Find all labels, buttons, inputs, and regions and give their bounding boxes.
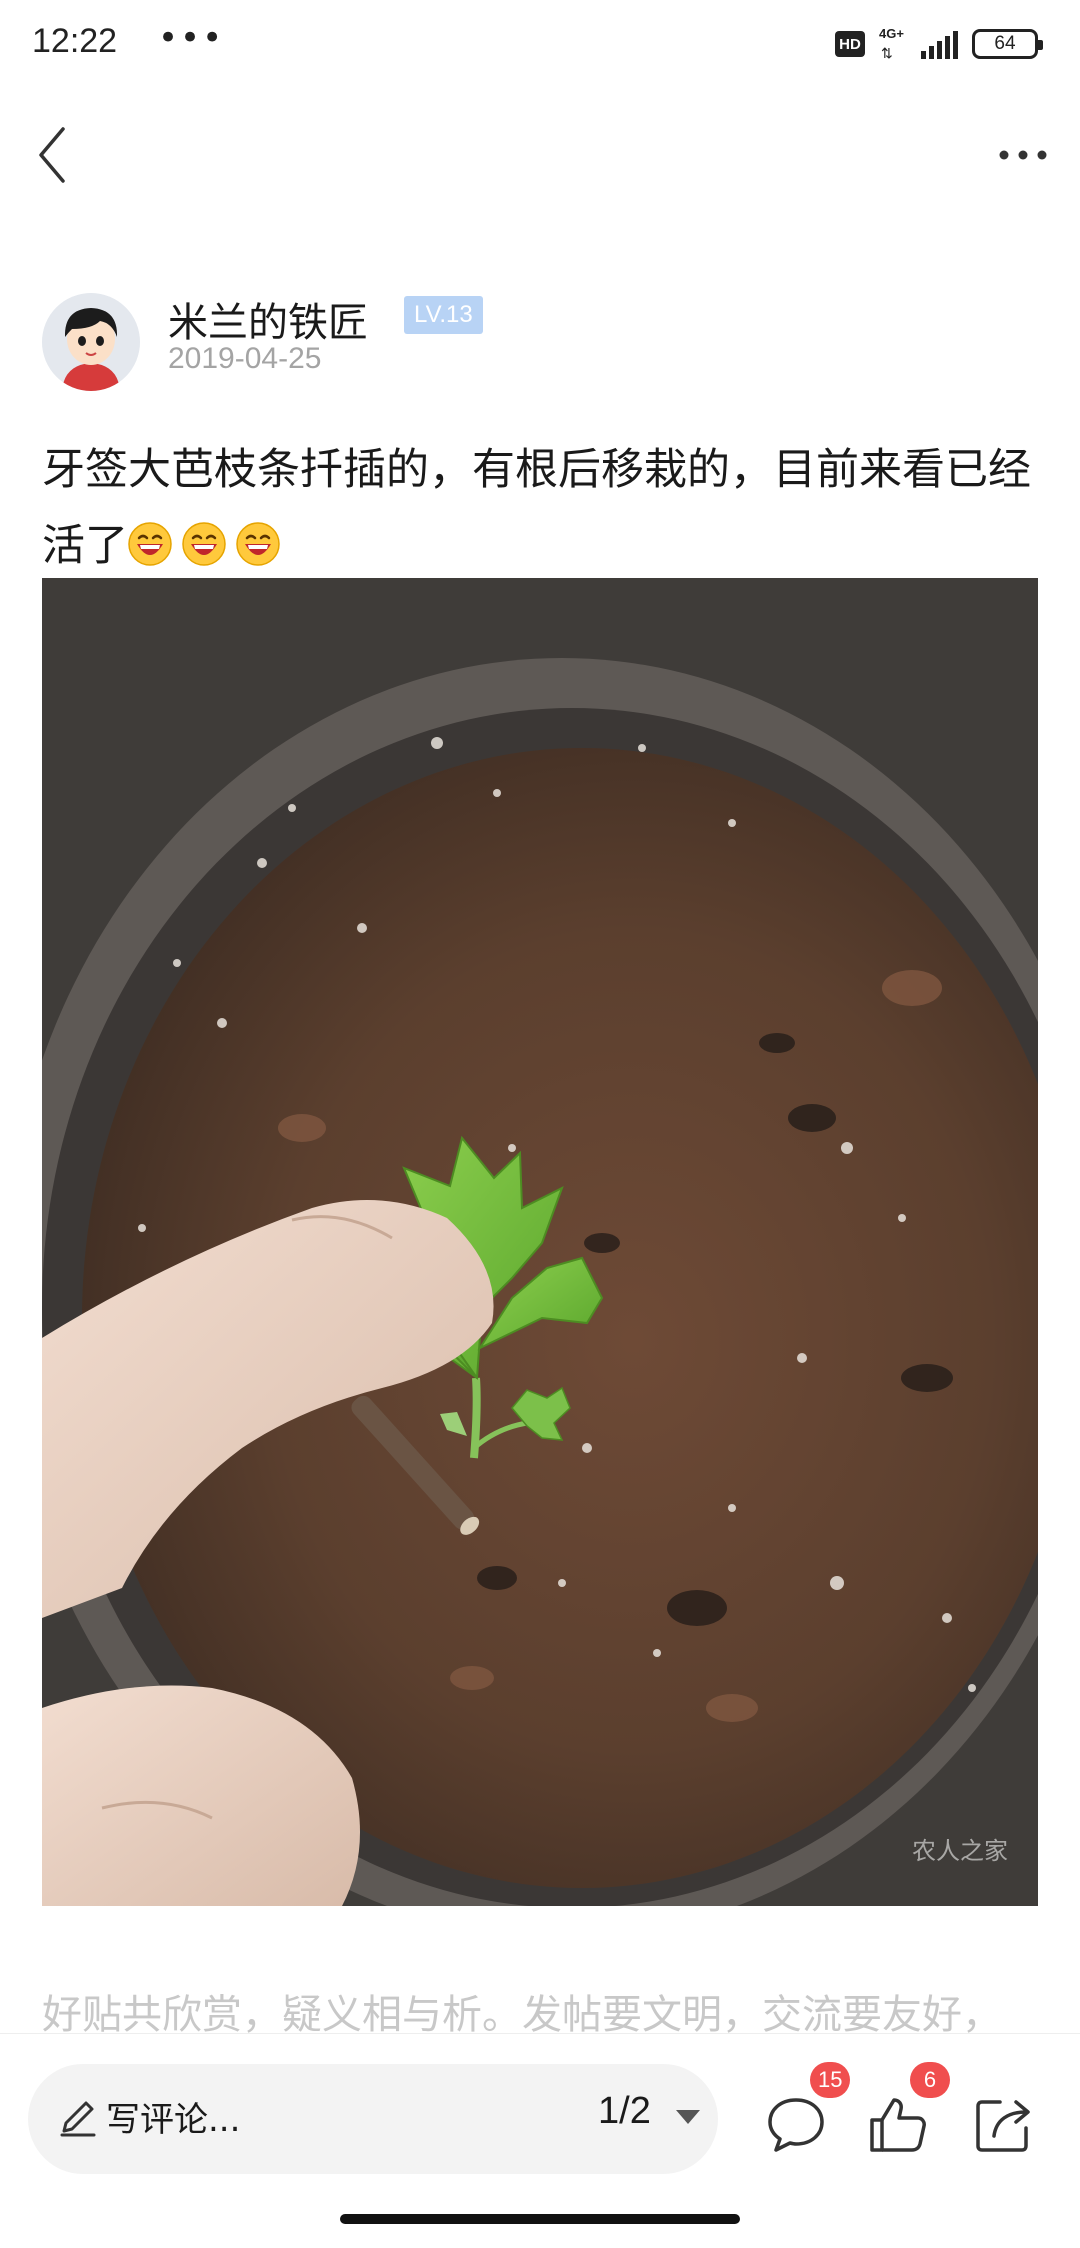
chevron-left-icon [39,127,65,183]
caret-down-icon[interactable] [676,2110,700,2124]
share-icon [976,2100,1030,2152]
photo-watermark: 农人之家 [912,1837,1008,1865]
like-count-badge: 6 [910,2062,950,2098]
comment-count-badge: 15 [810,2062,851,2098]
network-type-icon: 4G+ ⇅ [879,26,907,62]
page-indicator[interactable]: 1/2 [598,2090,651,2133]
signal-strength-icon [921,29,958,59]
comment-input[interactable]: 写评论... 1/2 [28,2064,718,2174]
post-photo[interactable]: 农人之家 [42,578,1038,1906]
comment-icon [768,2098,824,2152]
pencil-icon [60,2101,96,2137]
battery-icon: 64 [972,29,1043,59]
home-indicator[interactable] [340,2214,740,2224]
author-name[interactable]: 米兰的铁匠 [168,290,368,348]
emoji-group [128,521,290,571]
comments-button[interactable]: 15 [764,2062,851,2156]
thumbs-up-icon [870,2098,926,2152]
data-arrows-icon: ⇅ [881,45,893,61]
comment-placeholder: 写评论... [106,2100,241,2140]
status-overflow-dots: ••• [158,18,225,58]
network-type-label: 4G+ [879,26,904,41]
avatar-cartoon-icon [42,293,140,391]
status-indicators: HD 4G+ ⇅ 64 [835,24,1043,64]
status-bar: 12:22 ••• HD 4G+ ⇅ 64 [0,0,1080,90]
back-button[interactable] [22,122,82,188]
more-options-button[interactable] [988,130,1058,180]
avatar[interactable] [42,293,140,391]
post-body: 牙签大芭枝条扦插的，有根后移栽的，目前来看已经活了 [42,432,1042,584]
nav-bar [0,100,1080,210]
post-author: 米兰的铁匠 LV.13 2019-04-25 [42,290,1042,391]
status-time: 12:22 [32,22,118,60]
more-horizontal-icon [999,150,1047,160]
share-button[interactable] [972,2092,1036,2156]
laughing-emoji-icon [236,522,280,566]
hd-icon: HD [835,31,865,57]
like-button[interactable]: 6 [866,2062,950,2156]
post-date: 2019-04-25 [168,342,322,375]
laughing-emoji-icon [182,522,226,566]
level-badge: LV.13 [404,296,483,334]
community-guideline: 好贴共欣赏，疑义相与析。发帖要文明，交流要友好， [42,1992,1002,2038]
laughing-emoji-icon [128,522,172,566]
fig-cutting-seedling-photo [42,578,1038,1906]
